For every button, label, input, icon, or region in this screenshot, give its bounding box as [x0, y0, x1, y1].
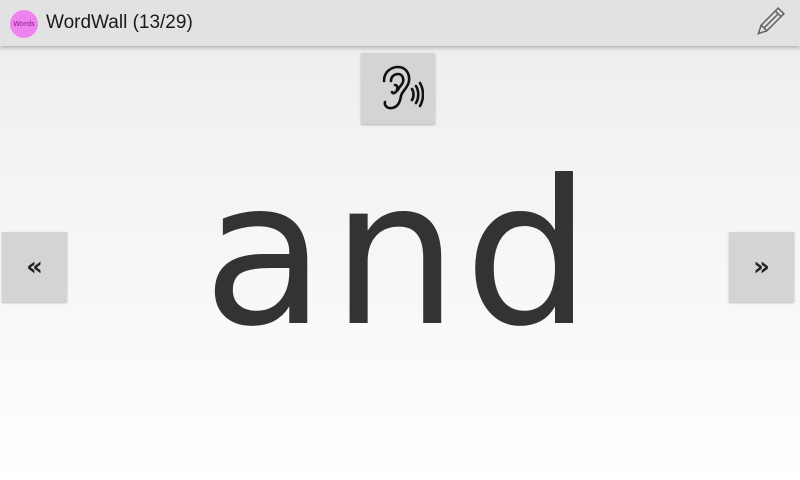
app-logo-icon: Words: [10, 10, 38, 38]
listen-button[interactable]: [361, 53, 435, 124]
action-bar: Words WordWall (13/29): [0, 0, 800, 46]
ear-sound-icon: [382, 65, 424, 109]
app-icon-text: Words: [13, 20, 35, 28]
edit-button[interactable]: [750, 4, 788, 42]
pencil-icon: [757, 7, 785, 35]
app-title: WordWall (13/29): [46, 12, 193, 33]
flashcard-word: and: [202, 138, 598, 371]
